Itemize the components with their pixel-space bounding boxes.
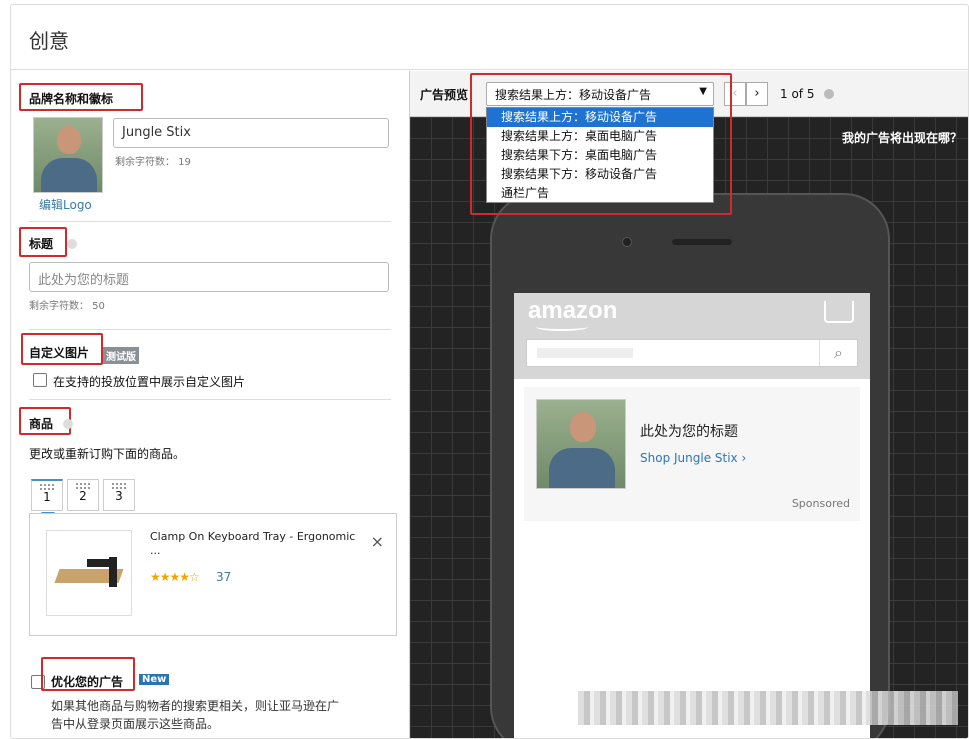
brand-name-input[interactable]: Jungle Stix	[113, 118, 389, 148]
creative-panel: 创意 品牌名称和徽标 编辑Logo Jungle Stix 剩余字符数： 19 …	[10, 4, 969, 739]
phone-screen: amazon ⌕ 此处为您的标题 Shop Jungle Stix › Spon…	[514, 293, 870, 738]
tab-number: 3	[115, 489, 123, 503]
rating-count-link[interactable]: 37	[216, 570, 231, 584]
divider	[29, 329, 391, 330]
custom-image-checkbox-label: 在支持的投放位置中展示自定义图片	[53, 375, 246, 389]
info-icon[interactable]	[63, 419, 73, 429]
edit-logo-link[interactable]: 编辑Logo	[39, 196, 92, 213]
product-tab-3[interactable]: 3	[103, 479, 135, 511]
ad-shop-link: Shop Jungle Stix ›	[640, 451, 747, 465]
info-icon[interactable]	[67, 239, 77, 249]
headline-input[interactable]: 此处为您的标题	[29, 262, 389, 292]
chevron-left-icon: ‹	[732, 86, 738, 101]
blurred-overlay	[578, 691, 958, 725]
product-title: Clamp On Keyboard Tray - Ergonomic	[150, 530, 356, 543]
tab-number: 1	[43, 490, 51, 504]
amazon-search-bar: ⌕	[526, 339, 858, 367]
star-icon: ★★★★☆	[150, 570, 200, 584]
products-section-label: 商品	[29, 417, 54, 431]
product-tab-2[interactable]: 2	[67, 479, 99, 511]
sponsored-ad-card: 此处为您的标题 Shop Jungle Stix › Sponsored	[524, 387, 860, 521]
logo-person-head	[57, 126, 81, 154]
optimize-label: 优化您的广告	[51, 675, 124, 689]
headline-chars-left: 剩余字符数： 50	[29, 301, 105, 312]
divider	[29, 399, 391, 400]
search-placeholder-block	[537, 348, 633, 358]
divider	[29, 221, 391, 222]
products-hint: 更改或重新订购下面的商品。	[29, 447, 186, 461]
brand-section-label: 品牌名称和徽标	[29, 92, 114, 106]
next-button[interactable]: ›	[746, 82, 768, 106]
optimize-description: 如果其他商品与购物者的搜索更相关，则让亚马逊在广	[51, 699, 340, 713]
phone-speaker	[672, 239, 732, 245]
new-badge: New	[139, 674, 170, 685]
optimize-description-cont: 告中从登录页面展示这些商品。	[51, 717, 220, 731]
phone-camera	[622, 237, 632, 247]
product-image	[46, 530, 132, 616]
tray-clamp-shape	[109, 557, 117, 587]
close-icon[interactable]: ×	[371, 532, 384, 551]
product-tab-1[interactable]: 1	[31, 479, 63, 511]
logo-person-body	[41, 158, 97, 192]
page-title: 创意	[29, 29, 69, 53]
creative-form: 品牌名称和徽标 编辑Logo Jungle Stix 剩余字符数： 19 标题 …	[11, 71, 409, 738]
product-card: Clamp On Keyboard Tray - Ergonomic ... ★…	[29, 513, 397, 636]
where-will-ad-appear-link[interactable]: 我的广告将出现在哪？	[842, 129, 962, 146]
chevron-right-icon: ›	[754, 86, 760, 101]
amazon-smile	[536, 323, 588, 331]
star-rating: ★★★★☆	[150, 570, 200, 584]
ad-person-body	[549, 448, 615, 488]
sponsored-label: Sponsored	[791, 497, 850, 510]
headline-section-label: 标题	[29, 237, 54, 251]
divider	[11, 69, 968, 70]
preview-label: 广告预览	[420, 88, 469, 102]
pager-status: 1 of 5	[780, 87, 815, 101]
amazon-header: amazon ⌕	[514, 293, 870, 379]
brand-logo[interactable]	[33, 117, 103, 193]
ad-preview-panel: 广告预览 搜索结果上方：移动设备广告 ▼ ‹ › 1 of 5 我的广告将出现在…	[409, 71, 968, 738]
search-icon: ⌕	[819, 340, 857, 366]
product-title-ellipsis: ...	[150, 544, 161, 557]
amazon-logo: amazon	[528, 297, 618, 324]
info-icon[interactable]	[824, 89, 834, 99]
tab-number: 2	[79, 489, 87, 503]
highlight-box	[470, 73, 732, 215]
ad-headline: 此处为您的标题	[640, 424, 738, 440]
custom-image-checkbox[interactable]	[33, 373, 47, 387]
ad-person-head	[570, 412, 596, 442]
custom-image-section-label: 自定义图片	[29, 346, 90, 360]
cart-icon	[824, 301, 854, 323]
brand-chars-left: 剩余字符数： 19	[115, 157, 191, 168]
ad-brand-image	[536, 399, 626, 489]
beta-badge: 测试版	[103, 347, 139, 364]
phone-mockup: amazon ⌕ 此处为您的标题 Shop Jungle Stix › Spon…	[490, 193, 890, 738]
